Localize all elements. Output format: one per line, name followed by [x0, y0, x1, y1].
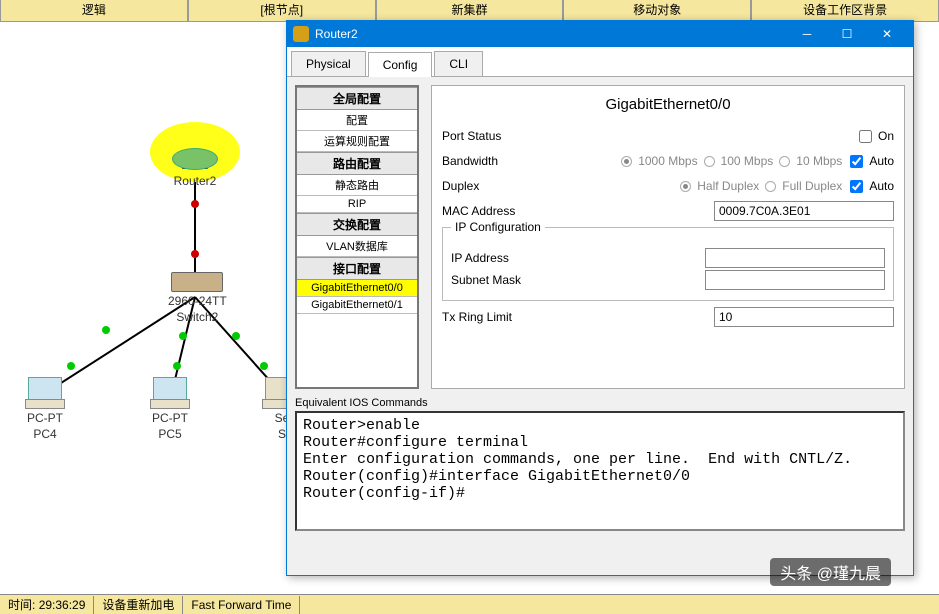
- ip-input[interactable]: [705, 248, 885, 268]
- link-dot-icon: [191, 250, 199, 258]
- bw-1000-radio[interactable]: [621, 156, 632, 167]
- close-button[interactable]: ✕: [867, 21, 907, 47]
- link-dot-icon: [260, 362, 268, 370]
- statusbar: 时间: 29:36:29 设备重新加电 Fast Forward Time: [0, 594, 939, 614]
- tree-static[interactable]: 静态路由: [297, 175, 417, 196]
- txring-input[interactable]: [714, 307, 894, 327]
- tab-new-cluster[interactable]: 新集群: [376, 0, 564, 21]
- tree-routing-header[interactable]: 路由配置: [297, 152, 417, 175]
- bw-1000-label: 1000 Mbps: [638, 154, 697, 168]
- duplex-label: Duplex: [442, 179, 552, 193]
- tree-gig01[interactable]: GigabitEthernet0/1: [297, 297, 417, 314]
- switch-model-label: 2960-24TT: [168, 294, 227, 308]
- minimize-button[interactable]: ─: [787, 21, 827, 47]
- pc-icon: [25, 377, 65, 409]
- fast-forward-button[interactable]: Fast Forward Time: [183, 596, 300, 614]
- titlebar[interactable]: Router2 ─ ☐ ✕: [287, 21, 913, 47]
- tab-config[interactable]: Config: [368, 52, 433, 77]
- tab-move-object[interactable]: 移动对象: [563, 0, 751, 21]
- port-status-label: Port Status: [442, 129, 552, 143]
- mask-input[interactable]: [705, 270, 885, 290]
- cli-section-label: Equivalent IOS Commands: [287, 397, 913, 409]
- bw-10-radio[interactable]: [779, 156, 790, 167]
- maximize-button[interactable]: ☐: [827, 21, 867, 47]
- top-menu-bar: 逻辑 [根节点] 新集群 移动对象 设备工作区背景: [0, 0, 939, 22]
- half-duplex-label: Half Duplex: [697, 179, 759, 193]
- tree-rip[interactable]: RIP: [297, 196, 417, 213]
- port-status-checkbox[interactable]: [859, 130, 872, 143]
- tab-physical[interactable]: Physical: [291, 51, 366, 76]
- switch-icon: [171, 272, 223, 292]
- ip-config-title: IP Configuration: [451, 220, 545, 234]
- bw-auto-label: Auto: [869, 154, 894, 168]
- tab-config-label: Config: [383, 58, 418, 72]
- ip-label: IP Address: [451, 251, 551, 265]
- config-tree: 全局配置 配置 运算规则配置 路由配置 静态路由 RIP 交换配置 VLAN数据…: [295, 85, 419, 389]
- bw-auto-checkbox[interactable]: [850, 155, 863, 168]
- router-icon: [172, 148, 218, 170]
- router-name-label: Router2: [172, 174, 218, 188]
- bandwidth-label: Bandwidth: [442, 154, 552, 168]
- link-dot-icon: [232, 332, 240, 340]
- on-label: On: [878, 129, 894, 143]
- device-switch2[interactable]: 2960-24TT Switch2: [168, 272, 227, 324]
- interface-form: GigabitEthernet0/0 Port Status On Bandwi…: [431, 85, 905, 389]
- link-dot-icon: [173, 362, 181, 370]
- tab-root-node[interactable]: [根节点]: [188, 0, 376, 21]
- device-pc4[interactable]: PC-PT PC4: [25, 377, 65, 441]
- tab-workspace-bg[interactable]: 设备工作区背景: [751, 0, 939, 21]
- link-dot-icon: [179, 332, 187, 340]
- device-router2[interactable]: 2901 Router2: [172, 134, 218, 188]
- full-duplex-label: Full Duplex: [782, 179, 842, 193]
- app-icon: [293, 26, 309, 42]
- tree-switching-header[interactable]: 交换配置: [297, 213, 417, 236]
- half-duplex-radio[interactable]: [680, 181, 691, 192]
- pc-model-label: PC-PT: [25, 411, 65, 425]
- device-pc5[interactable]: PC-PT PC5: [150, 377, 190, 441]
- link-dot-icon: [191, 200, 199, 208]
- tree-gig00[interactable]: GigabitEthernet0/0: [297, 280, 417, 297]
- duplex-auto-label: Auto: [869, 179, 894, 193]
- mask-label: Subnet Mask: [451, 273, 551, 287]
- pc-icon: [150, 377, 190, 409]
- cli-output[interactable]: Router>enable Router#configure terminal …: [295, 411, 905, 531]
- tree-global-header[interactable]: 全局配置: [297, 87, 417, 110]
- window-title: Router2: [315, 27, 787, 41]
- tab-logic[interactable]: 逻辑: [0, 0, 188, 21]
- bw-100-label: 100 Mbps: [721, 154, 774, 168]
- tree-settings[interactable]: 配置: [297, 110, 417, 131]
- watermark: 头条 @瑾九晨: [770, 558, 891, 586]
- tree-algorithm[interactable]: 运算规则配置: [297, 131, 417, 152]
- time-label: 时间: 29:36:29: [0, 596, 94, 614]
- mac-label: MAC Address: [442, 204, 552, 218]
- tree-interface-header[interactable]: 接口配置: [297, 257, 417, 280]
- switch-name-label: Switch2: [168, 310, 227, 324]
- bw-10-label: 10 Mbps: [796, 154, 842, 168]
- ip-config-group: IP Configuration IP Address Subnet Mask: [442, 227, 894, 301]
- dialog-tabs: Physical Config CLI: [287, 47, 913, 77]
- duplex-auto-checkbox[interactable]: [850, 180, 863, 193]
- pc-name-label: PC4: [25, 427, 65, 441]
- power-cycle-button[interactable]: 设备重新加电: [94, 596, 183, 614]
- full-duplex-radio[interactable]: [765, 181, 776, 192]
- pc-model-label: PC-PT: [150, 411, 190, 425]
- mac-input[interactable]: [714, 201, 894, 221]
- bw-100-radio[interactable]: [704, 156, 715, 167]
- form-title: GigabitEthernet0/0: [442, 92, 894, 121]
- txring-label: Tx Ring Limit: [442, 310, 552, 324]
- link-dot-icon: [102, 326, 110, 334]
- tree-vlan[interactable]: VLAN数据库: [297, 236, 417, 257]
- router-config-dialog: Router2 ─ ☐ ✕ Physical Config CLI 全局配置 配…: [286, 20, 914, 576]
- tab-cli[interactable]: CLI: [434, 51, 483, 76]
- pc-name-label: PC5: [150, 427, 190, 441]
- link-dot-icon: [67, 362, 75, 370]
